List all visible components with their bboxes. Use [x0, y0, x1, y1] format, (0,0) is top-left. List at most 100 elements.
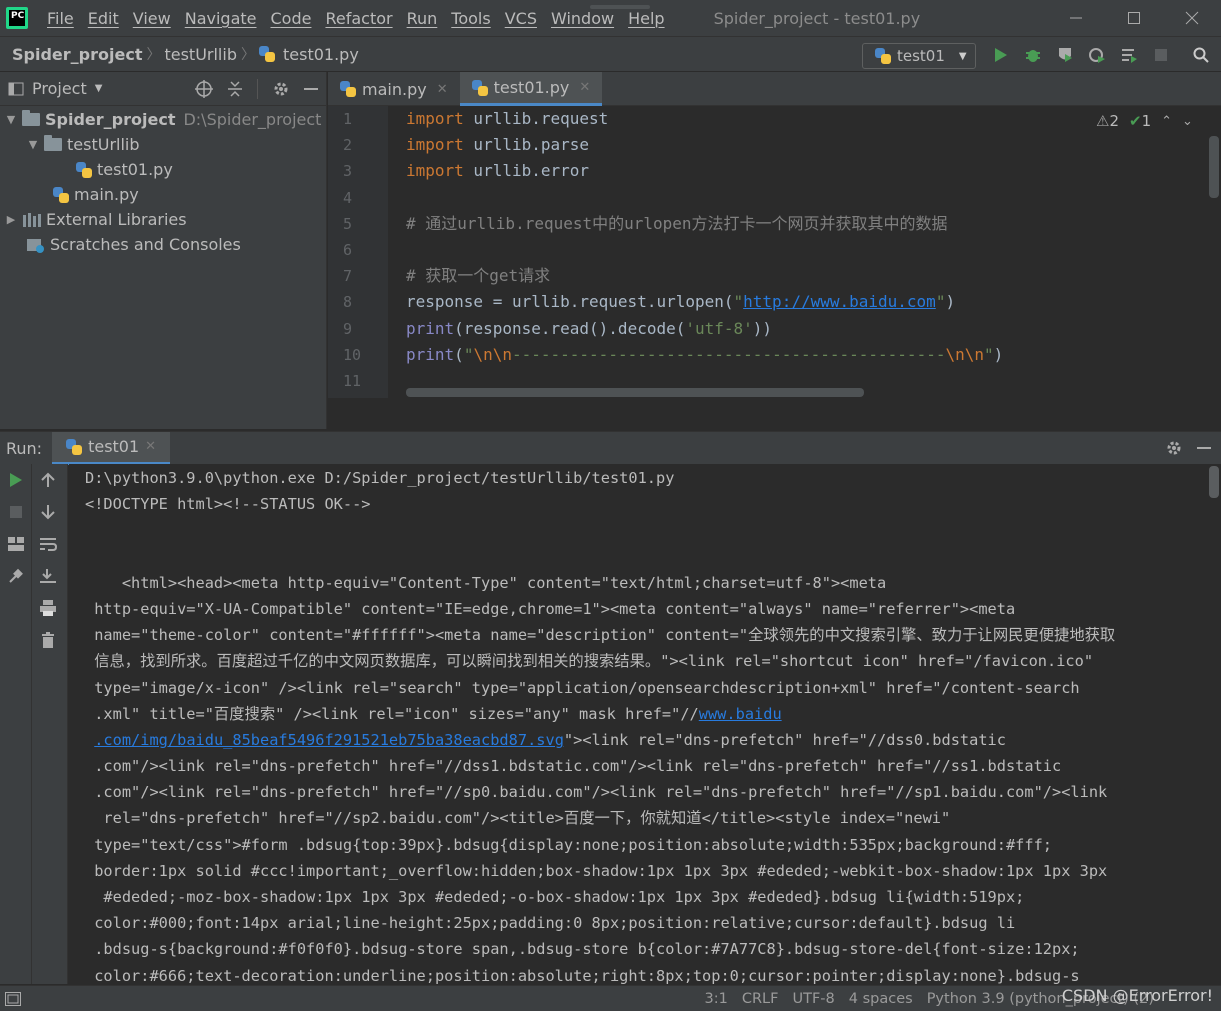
run-configuration-select[interactable]: test01 ▼	[862, 43, 976, 69]
tree-label: test01.py	[97, 160, 173, 179]
code-line: import urllib.error	[406, 161, 590, 181]
console-line: .com"/><link rel="dns-prefetch" href="//…	[85, 783, 1108, 802]
file-encoding[interactable]: UTF-8	[785, 991, 841, 1007]
run-button[interactable]	[990, 43, 1012, 67]
python-file-icon	[53, 186, 69, 203]
run-icon	[10, 473, 22, 487]
concurrency-button[interactable]	[1118, 43, 1140, 67]
run-tab-test01[interactable]: test01 ✕	[52, 431, 171, 465]
line-number: 1	[343, 110, 353, 128]
run-tab-label: test01	[88, 437, 140, 456]
previous-highlight-icon[interactable]: ⌃	[1161, 114, 1172, 129]
gear-icon[interactable]	[1165, 439, 1183, 457]
tree-item-scratches[interactable]: Scratches and Consoles	[0, 232, 326, 257]
console-line: name="theme-color" content="#ffffff"><me…	[85, 626, 1116, 645]
project-panel-title[interactable]: Project	[32, 79, 87, 98]
python-icon	[66, 438, 83, 455]
console-link[interactable]: .com/img/baidu_85beaf5496f291521eb75ba38…	[94, 731, 564, 749]
menu-tools[interactable]: Tools	[444, 9, 497, 28]
stop-icon	[1155, 49, 1167, 61]
maximize-icon	[1128, 12, 1140, 24]
window-title: Spider_project - test01.py	[713, 8, 921, 28]
profile-button[interactable]	[1086, 43, 1108, 67]
python-file-icon	[340, 81, 356, 97]
tree-item-spider-project[interactable]: ▼ Spider_project D:\Spider_project	[0, 107, 326, 132]
search-everywhere-button[interactable]	[1190, 43, 1212, 67]
console-line: rel="dns-prefetch" href="//sp2.baidu.com…	[85, 809, 951, 828]
code-line: response = urllib.request.urlopen("http:…	[406, 292, 956, 312]
url-link[interactable]: http://www.baidu.com	[743, 292, 936, 311]
menu-file[interactable]: File	[40, 9, 81, 28]
editor-horizontal-scrollbar[interactable]	[406, 388, 864, 397]
editor-vertical-scrollbar[interactable]	[1209, 136, 1219, 198]
pin-icon	[9, 568, 23, 583]
tree-item-external-libraries[interactable]: ▶ External Libraries	[0, 207, 326, 232]
debug-button[interactable]	[1022, 43, 1044, 67]
stop-button[interactable]	[1150, 43, 1172, 67]
hide-panel-icon[interactable]	[304, 82, 318, 96]
tree-item-main-py[interactable]: main.py	[0, 182, 326, 207]
tree-item-test01-py[interactable]: test01.py	[0, 157, 326, 182]
minimize-button[interactable]	[1047, 0, 1105, 36]
pin-tab-button[interactable]	[0, 560, 32, 592]
stop-button[interactable]	[0, 496, 32, 528]
run-with-coverage-button[interactable]	[1054, 43, 1076, 67]
clear-all-button[interactable]	[32, 624, 64, 656]
inspection-widget[interactable]: ⚠2 ✔1 ⌃ ⌄	[1096, 112, 1193, 130]
menu-window[interactable]: Window	[544, 9, 621, 28]
expand-arrow-icon[interactable]: ▼	[26, 138, 40, 151]
menu-help[interactable]: Help	[621, 9, 671, 28]
breadcrumb-file[interactable]: test01.py	[279, 45, 363, 64]
menu-code[interactable]: Code	[264, 9, 319, 28]
soft-wrap-button[interactable]	[32, 528, 64, 560]
menu-vcs[interactable]: VCS	[498, 9, 544, 28]
maximize-button[interactable]	[1105, 0, 1163, 36]
console-line: type="image/x-icon" /><link rel="search"…	[85, 678, 1080, 697]
close-tab-icon[interactable]: ✕	[437, 82, 448, 97]
caret-position[interactable]: 3:1	[698, 991, 735, 1007]
project-view-dropdown-icon[interactable]: ▼	[95, 83, 103, 94]
collapse-arrow-icon[interactable]: ▶	[4, 213, 18, 226]
locate-file-icon[interactable]	[195, 79, 213, 98]
scroll-to-end-button[interactable]	[32, 560, 64, 592]
close-tab-icon[interactable]: ✕	[579, 80, 590, 95]
console-scrollbar[interactable]	[1209, 466, 1219, 498]
close-window-button[interactable]	[1163, 0, 1221, 36]
next-highlight-icon[interactable]: ⌄	[1182, 114, 1193, 129]
console-link[interactable]: www.baidu	[699, 705, 782, 723]
arrow-down-icon	[41, 505, 55, 520]
console-line: color:#000;font:14px arial;line-height:2…	[85, 914, 1016, 933]
print-button[interactable]	[32, 592, 64, 624]
run-console-output[interactable]: D:\python3.9.0\python.exe D:/Spider_proj…	[69, 464, 1209, 984]
menu-run[interactable]: Run	[400, 9, 445, 28]
close-tab-icon[interactable]: ✕	[145, 439, 156, 454]
down-stack-button[interactable]	[32, 496, 64, 528]
collapse-all-icon[interactable]	[227, 80, 243, 98]
gear-icon[interactable]	[272, 80, 290, 98]
expand-arrow-icon[interactable]: ▼	[4, 113, 18, 126]
tab-main-py[interactable]: main.py ✕	[328, 72, 460, 106]
rerun-button[interactable]	[0, 464, 32, 496]
tree-item-testurllib[interactable]: ▼ testUrllib	[0, 132, 326, 157]
menu-edit[interactable]: Edit	[81, 9, 126, 28]
menu-refactor[interactable]: Refactor	[318, 9, 399, 28]
coverage-icon	[1059, 48, 1072, 62]
run-toolbar-primary	[0, 464, 32, 984]
up-stack-button[interactable]	[32, 464, 64, 496]
tool-windows-toggle-icon[interactable]	[5, 991, 21, 1006]
breadcrumb-separator-icon: 〉	[240, 47, 255, 63]
indent-setting[interactable]: 4 spaces	[842, 991, 920, 1007]
layout-button[interactable]	[0, 528, 32, 560]
console-line: #ededed;-moz-box-shadow:1px 1px 3px #ede…	[85, 888, 1025, 906]
breadcrumb-folder[interactable]: testUrllib	[160, 45, 241, 64]
console-line: <html><head><meta http-equiv="Content-Ty…	[85, 573, 887, 592]
line-separator[interactable]: CRLF	[735, 991, 786, 1007]
breadcrumb-project[interactable]: Spider_project	[0, 45, 146, 64]
menu-view[interactable]: View	[126, 9, 178, 28]
console-line: .bdsug-s{background:#f0f0f0}.bdsug-store…	[85, 940, 1080, 959]
project-panel-header: Project ▼	[0, 72, 326, 106]
code-editor[interactable]: import urllib.request import urllib.pars…	[388, 106, 1206, 398]
hide-panel-icon[interactable]	[1197, 441, 1211, 455]
menu-navigate[interactable]: Navigate	[178, 9, 264, 28]
tab-test01-py[interactable]: test01.py ✕	[459, 72, 603, 106]
